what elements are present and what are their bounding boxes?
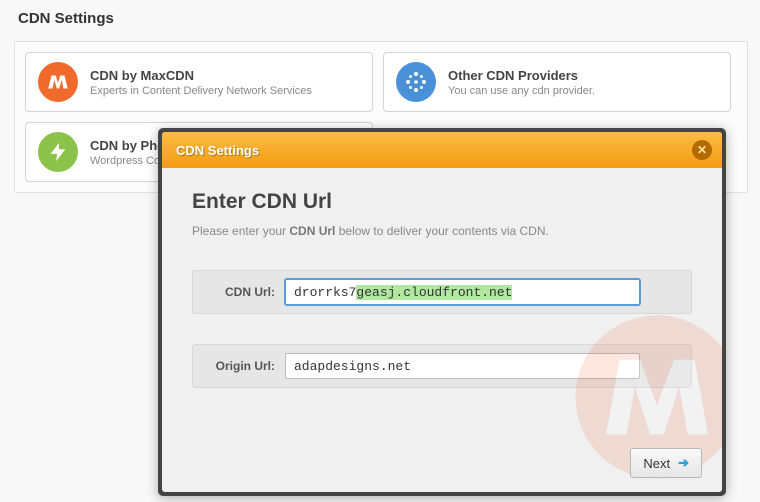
modal-description: Please enter your CDN Url below to deliv… [192,224,692,238]
photon-icon [38,132,78,172]
provider-maxcdn[interactable]: CDN by MaxCDN Experts in Content Deliver… [25,52,373,112]
close-icon: ✕ [697,144,707,156]
modal-body: Enter CDN Url Please enter your CDN Url … [162,168,722,492]
close-button[interactable]: ✕ [692,140,712,160]
provider-sub: You can use any cdn provider. [448,85,595,97]
provider-title: Other CDN Providers [448,68,595,83]
modal-header: CDN Settings ✕ [162,132,722,168]
modal-title: CDN Settings [176,143,259,158]
provider-sub: Experts in Content Delivery Network Serv… [90,85,312,97]
origin-url-input[interactable] [285,353,640,379]
provider-title: CDN by MaxCDN [90,68,312,83]
cdn-url-row: CDN Url: drorrks7geasj.cloudfront.net [192,270,692,314]
modal-window: CDN Settings ✕ Enter CDN Url Please ente… [162,132,722,492]
modal-overlay: CDN Settings ✕ Enter CDN Url Please ente… [158,128,726,496]
modal-footer: Next ➔ [630,448,702,478]
arrow-right-icon: ➔ [678,455,689,471]
cdn-url-label: CDN Url: [205,285,275,299]
provider-other[interactable]: Other CDN Providers You can use any cdn … [383,52,731,112]
other-cdn-icon [396,62,436,102]
cdn-url-input[interactable]: drorrks7geasj.cloudfront.net [285,279,640,305]
next-button-label: Next [643,456,670,471]
modal-heading: Enter CDN Url [192,190,692,214]
origin-url-row: Origin Url: [192,344,692,388]
page-title: CDN Settings [0,0,760,41]
origin-url-label: Origin Url: [205,359,275,373]
next-button[interactable]: Next ➔ [630,448,702,478]
maxcdn-icon [38,62,78,102]
